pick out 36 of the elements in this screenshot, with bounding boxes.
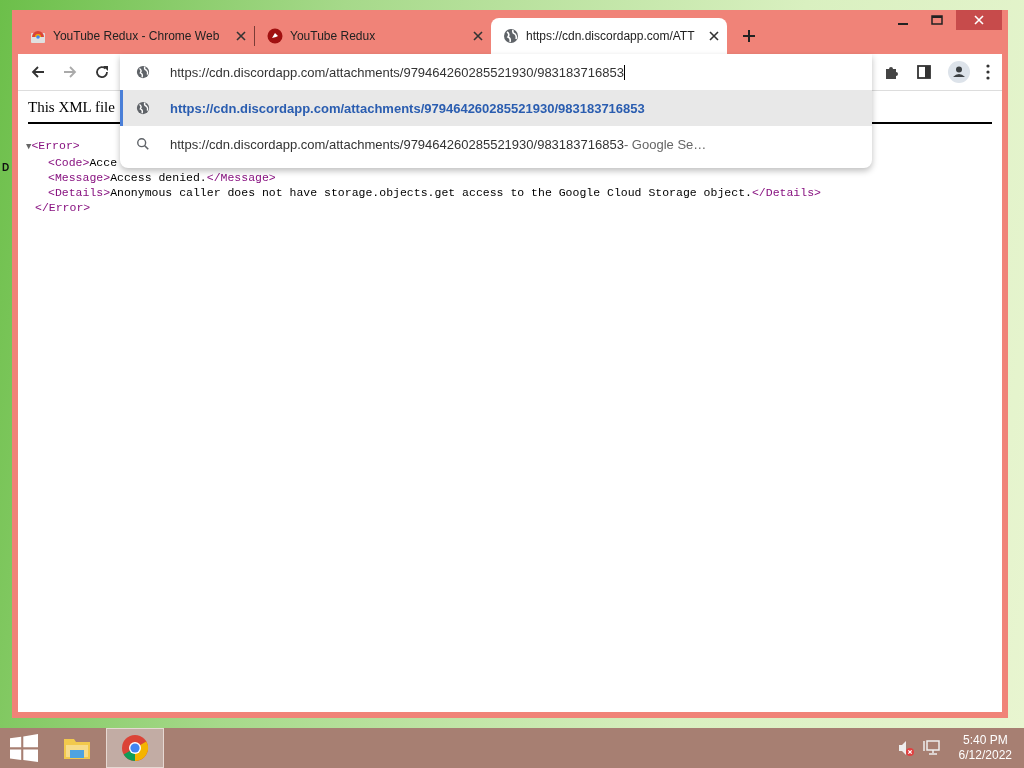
globe-icon [503,28,519,44]
browser-tab[interactable]: YouTube Redux - Chrome Web [18,18,254,54]
browser-tab[interactable]: https://cdn.discordapp.com/ATT [491,18,727,54]
round-logo-icon [267,28,283,44]
close-icon [973,15,985,25]
muted-speaker-icon[interactable] [896,739,915,757]
menu-icon[interactable] [986,64,990,80]
xml-line: <Message>Access denied.</Message> [48,171,276,184]
suggestion-item[interactable]: https://cdn.discordapp.com/attachments/979464260285521930/983183716853- Google Se… [120,126,872,162]
profile-icon[interactable] [948,61,970,83]
minimize-icon [898,23,908,25]
xml-notice: This XML file [28,99,115,115]
desktop-label: D [2,162,10,173]
chrome-icon [120,733,150,763]
maximize-icon [931,15,943,25]
store-icon [30,28,46,44]
puzzle-icon[interactable] [884,64,900,80]
start-icon[interactable] [10,734,38,762]
back-icon[interactable] [30,64,46,80]
globe-icon [136,65,150,79]
taskbar-app[interactable] [106,728,164,768]
clock[interactable]: 5:40 PM 6/12/2022 [948,733,1024,763]
search-icon [136,137,150,151]
xml-line: <Details>Anonymous caller does not have storage.objects.get access to the Google Cloud Storage object.</Details> [48,186,821,199]
new-tab-icon[interactable] [743,30,755,42]
close-tab-icon[interactable] [709,31,719,41]
address-field[interactable]: https://cdn.discordapp.com/attachments/979464260285521930/983183716853 [170,64,625,80]
xml-tag: <Error> [31,139,80,152]
side-panel-icon[interactable] [916,64,932,80]
reload-icon[interactable] [94,64,110,80]
xml-line: <Code>Acce [48,156,118,169]
xml-tag: </Error> [35,201,91,214]
collapse-toggle[interactable]: ▼ [26,142,32,152]
suggestion-item[interactable]: https://cdn.discordapp.com/attachments/979464260285521930/983183716853 [120,90,872,126]
globe-icon [136,101,150,115]
browser-tab[interactable]: YouTube Redux [255,18,491,54]
